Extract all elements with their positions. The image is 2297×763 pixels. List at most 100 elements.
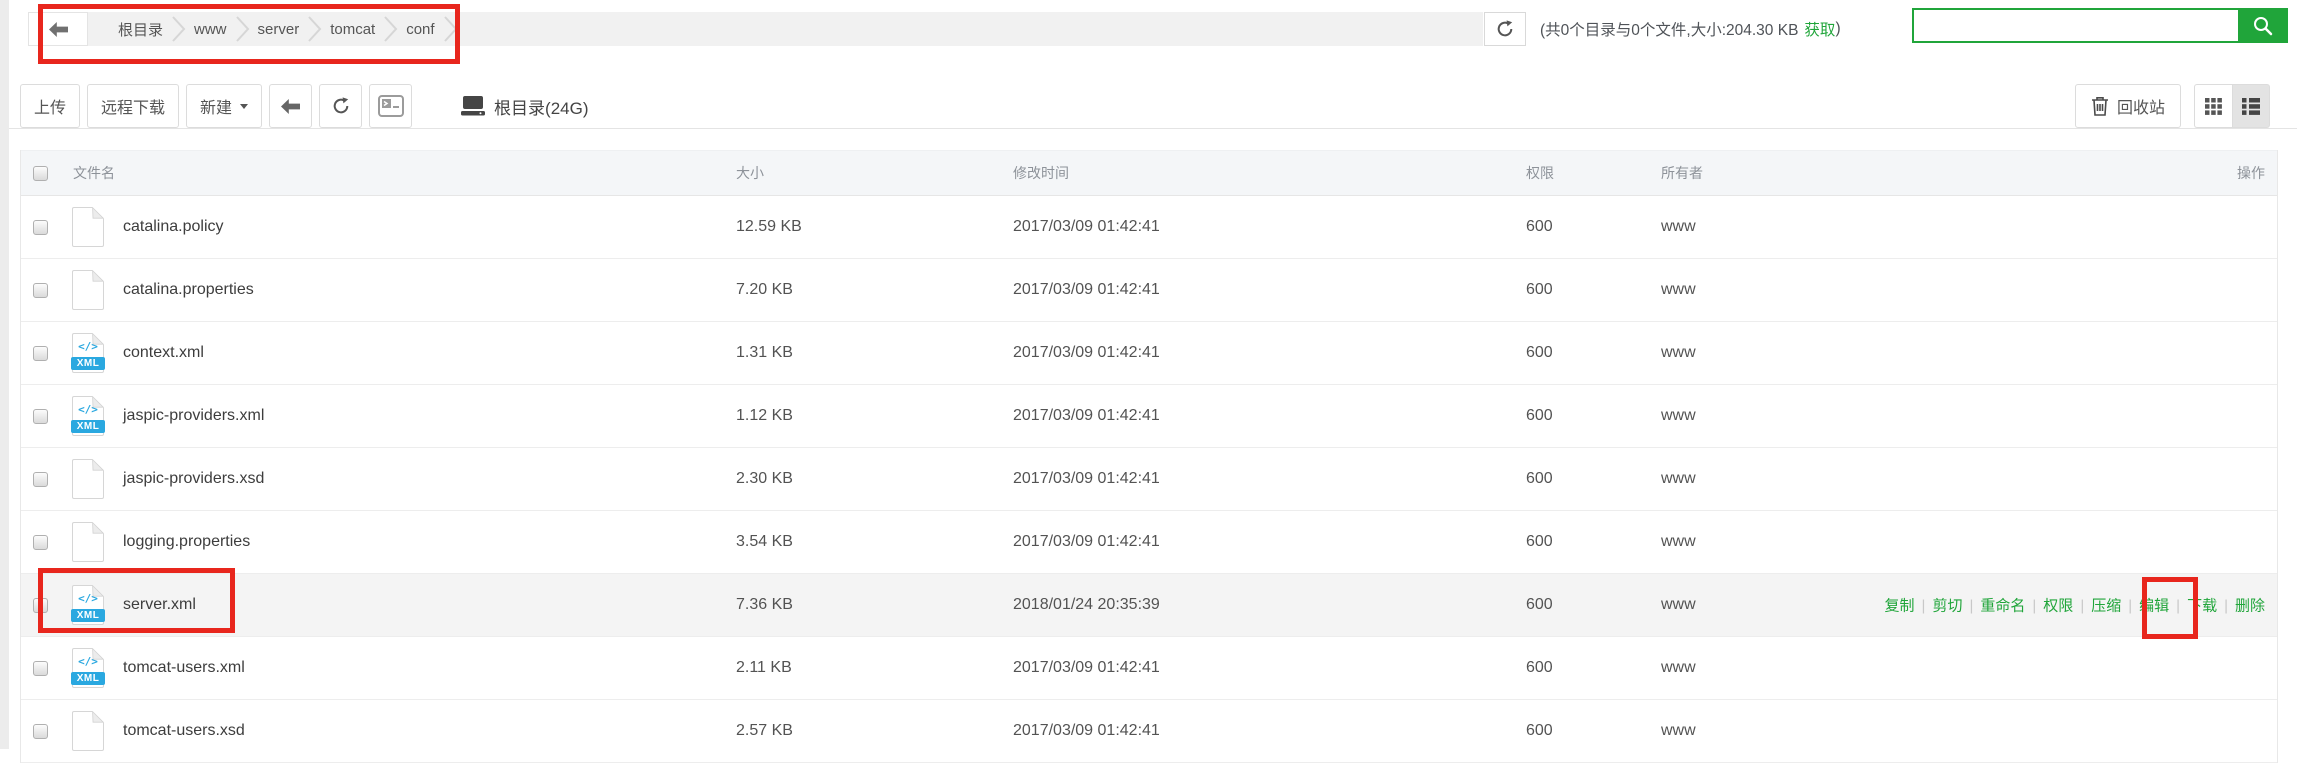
file-mtime: 2017/03/09 01:42:41 bbox=[1013, 407, 1160, 425]
grid-view-button[interactable] bbox=[2194, 84, 2232, 128]
table-header: 文件名 大小 修改时间 权限 所有者 操作 bbox=[21, 150, 2277, 196]
file-owner: www bbox=[1661, 281, 1696, 299]
path-refresh-button[interactable] bbox=[1484, 12, 1526, 46]
table-row[interactable]: </> XML catalina.policy 12.59 KB 2017/03… bbox=[21, 196, 2277, 259]
table-row[interactable]: </> XML tomcat-users.xml 2.11 KB 2017/03… bbox=[21, 637, 2277, 700]
terminal-button[interactable] bbox=[369, 84, 412, 128]
row-checkbox[interactable] bbox=[33, 535, 48, 550]
xml-code-glyph: </> bbox=[73, 592, 103, 605]
search-input[interactable] bbox=[1912, 8, 2238, 43]
row-checkbox[interactable] bbox=[33, 724, 48, 739]
toolbar-right: 回收站 bbox=[2075, 84, 2270, 128]
row-checkbox[interactable] bbox=[33, 346, 48, 361]
action-separator: | bbox=[2176, 598, 2180, 615]
file-owner: www bbox=[1661, 218, 1696, 236]
file-permission: 600 bbox=[1526, 344, 1553, 362]
breadcrumb-item-www[interactable]: www bbox=[194, 21, 227, 38]
file-permission: 600 bbox=[1526, 533, 1553, 551]
breadcrumb-item-conf[interactable]: conf bbox=[406, 21, 434, 38]
file-name[interactable]: tomcat-users.xml bbox=[123, 659, 245, 677]
disk-root[interactable]: 根目录(24G) bbox=[461, 84, 588, 128]
header-owner: 所有者 bbox=[1661, 163, 1703, 183]
page-left-gutter bbox=[0, 0, 9, 749]
table-row[interactable]: </> XML jaspic-providers.xml 1.12 KB 201… bbox=[21, 385, 2277, 448]
breadcrumb: 根目录 www server tomcat conf bbox=[28, 12, 1483, 46]
file-name[interactable]: context.xml bbox=[123, 344, 204, 362]
caret-down-icon bbox=[240, 104, 248, 109]
file-mtime: 2017/03/09 01:42:41 bbox=[1013, 722, 1160, 740]
table-row[interactable]: </> XML server.xml 7.36 KB 2018/01/24 20… bbox=[21, 574, 2277, 637]
table-row[interactable]: </> XML catalina.properties 7.20 KB 2017… bbox=[21, 259, 2277, 322]
file-mtime: 2017/03/09 01:42:41 bbox=[1013, 281, 1160, 299]
action-delete[interactable]: 删除 bbox=[2235, 598, 2265, 615]
xml-badge: XML bbox=[71, 420, 105, 433]
file-icon: </> XML bbox=[72, 207, 104, 247]
go-back-button[interactable] bbox=[269, 84, 312, 128]
action-separator: | bbox=[1969, 598, 1973, 615]
disk-root-label: 根目录(24G) bbox=[494, 94, 588, 119]
toolbar-divider bbox=[9, 128, 2297, 129]
table-row[interactable]: </> XML jaspic-providers.xsd 2.30 KB 201… bbox=[21, 448, 2277, 511]
file-icon: </> XML bbox=[72, 711, 104, 751]
row-checkbox[interactable] bbox=[33, 472, 48, 487]
file-owner: www bbox=[1661, 722, 1696, 740]
action-separator: | bbox=[2032, 598, 2036, 615]
file-owner: www bbox=[1661, 659, 1696, 677]
table-row[interactable]: </> XML tomcat-users.xsd 2.57 KB 2017/03… bbox=[21, 700, 2277, 763]
breadcrumb-item-tomcat[interactable]: tomcat bbox=[330, 21, 375, 38]
action-edit[interactable]: 编辑 bbox=[2139, 598, 2169, 615]
row-checkbox[interactable] bbox=[33, 598, 48, 613]
file-icon: </> XML bbox=[72, 459, 104, 499]
back-arrow-icon bbox=[281, 99, 300, 114]
action-download[interactable]: 下载 bbox=[2187, 598, 2217, 615]
new-menu-label: 新建 bbox=[200, 94, 232, 118]
file-permission: 600 bbox=[1526, 596, 1553, 614]
file-size: 7.36 KB bbox=[736, 596, 793, 614]
recycle-bin-button[interactable]: 回收站 bbox=[2075, 84, 2181, 128]
breadcrumb-item-root[interactable]: 根目录 bbox=[118, 19, 163, 40]
action-cut[interactable]: 剪切 bbox=[1932, 598, 1962, 615]
file-size: 2.30 KB bbox=[736, 470, 793, 488]
action-permission[interactable]: 权限 bbox=[2043, 598, 2073, 615]
file-permission: 600 bbox=[1526, 407, 1553, 425]
file-name[interactable]: catalina.policy bbox=[123, 218, 224, 236]
action-separator: | bbox=[1922, 598, 1926, 615]
table-row[interactable]: </> XML context.xml 1.31 KB 2017/03/09 0… bbox=[21, 322, 2277, 385]
file-mtime: 2017/03/09 01:42:41 bbox=[1013, 659, 1160, 677]
breadcrumb-item-server[interactable]: server bbox=[258, 21, 300, 38]
refresh-button[interactable] bbox=[319, 84, 362, 128]
select-all-checkbox[interactable] bbox=[33, 166, 48, 181]
row-checkbox[interactable] bbox=[33, 661, 48, 676]
header-actions: 操作 bbox=[2237, 163, 2265, 183]
fetch-size-link[interactable]: 获取 bbox=[1804, 18, 1835, 40]
action-rename[interactable]: 重命名 bbox=[1980, 598, 2025, 615]
xml-code-glyph: </> bbox=[73, 340, 103, 353]
back-button[interactable] bbox=[28, 12, 88, 46]
file-permission: 600 bbox=[1526, 722, 1553, 740]
new-menu-button[interactable]: 新建 bbox=[186, 84, 262, 128]
upload-button[interactable]: 上传 bbox=[20, 84, 80, 128]
row-checkbox[interactable] bbox=[33, 409, 48, 424]
list-view-button[interactable] bbox=[2232, 84, 2270, 128]
toolbar: 上传 远程下载 新建 根目录(24G) bbox=[20, 84, 589, 128]
file-owner: www bbox=[1661, 407, 1696, 425]
search-button[interactable] bbox=[2238, 8, 2288, 43]
action-copy[interactable]: 复制 bbox=[1885, 598, 1915, 615]
action-compress[interactable]: 压缩 bbox=[2091, 598, 2121, 615]
file-name[interactable]: logging.properties bbox=[123, 533, 250, 551]
file-name[interactable]: jaspic-providers.xsd bbox=[123, 470, 264, 488]
folded-corner bbox=[92, 522, 104, 534]
back-arrow-icon bbox=[49, 22, 68, 37]
file-name[interactable]: tomcat-users.xsd bbox=[123, 722, 245, 740]
file-name[interactable]: server.xml bbox=[123, 596, 196, 614]
table-row[interactable]: </> XML logging.properties 3.54 KB 2017/… bbox=[21, 511, 2277, 574]
chevron-right-icon bbox=[235, 15, 250, 43]
file-name[interactable]: catalina.properties bbox=[123, 281, 254, 299]
remote-download-button[interactable]: 远程下载 bbox=[87, 84, 179, 128]
file-name[interactable]: jaspic-providers.xml bbox=[123, 407, 264, 425]
row-checkbox[interactable] bbox=[33, 283, 48, 298]
trash-icon bbox=[2091, 96, 2109, 116]
header-filename: 文件名 bbox=[73, 163, 115, 183]
row-checkbox[interactable] bbox=[33, 220, 48, 235]
chevron-right-icon bbox=[443, 15, 458, 43]
